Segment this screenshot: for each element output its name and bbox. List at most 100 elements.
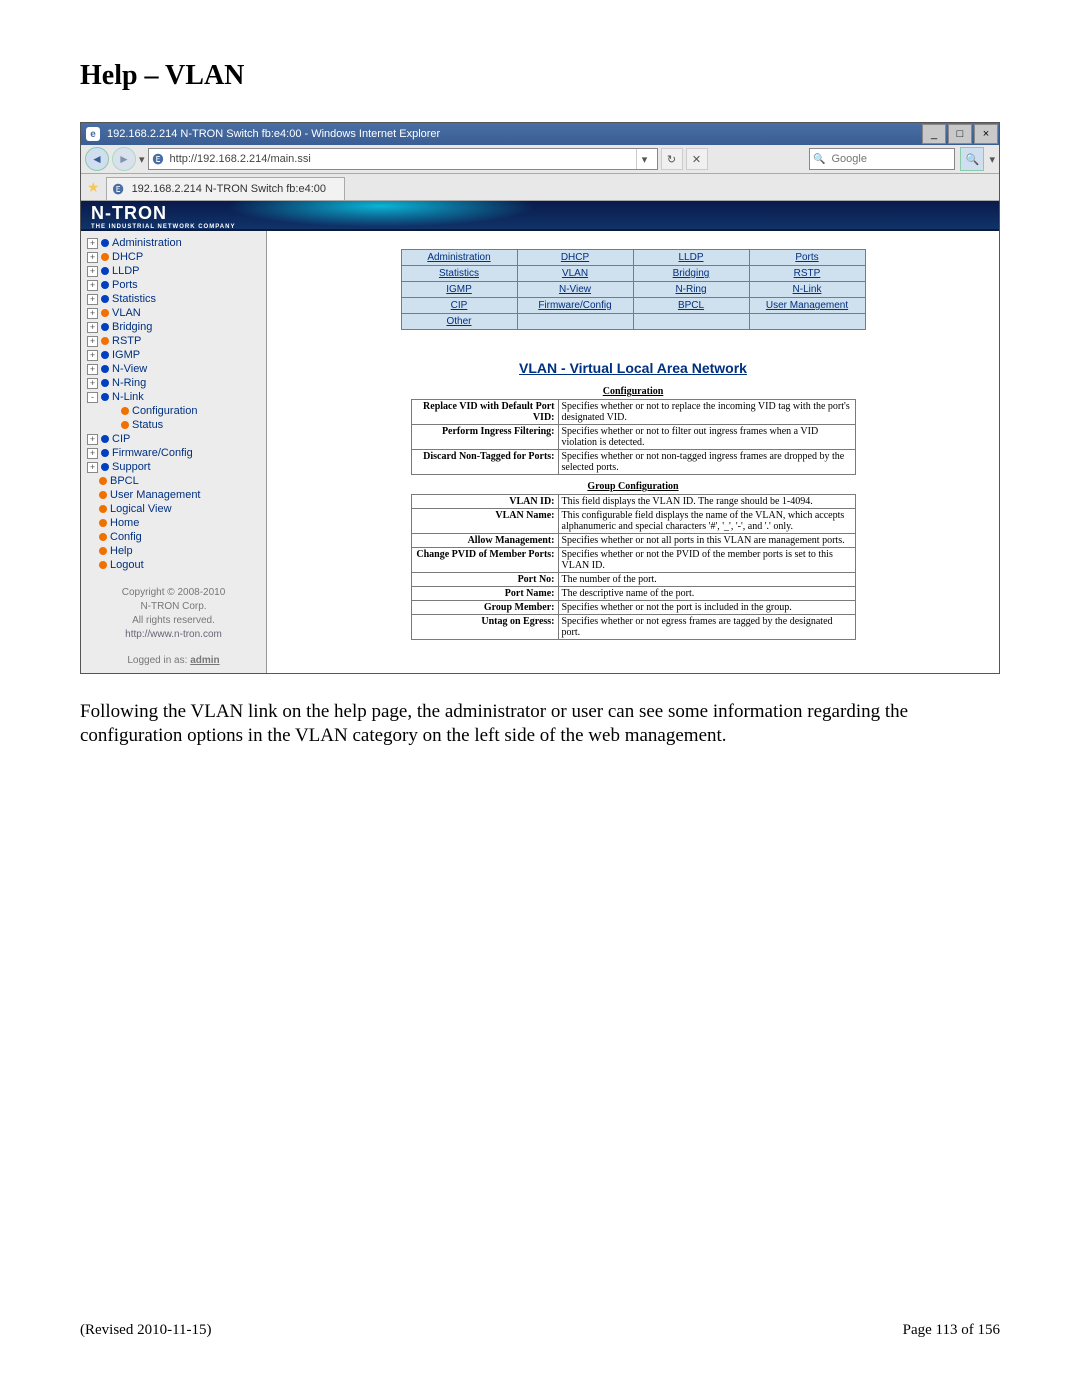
search-box[interactable]: 🔍 (809, 148, 955, 170)
tree-item-n-ring[interactable]: +N-Ring (81, 376, 266, 390)
tree-item-lldp[interactable]: +LLDP (81, 264, 266, 278)
google-icon: 🔍 (812, 152, 826, 166)
sidebar-footer: Copyright © 2008-2010 N-TRON Corp. All r… (81, 586, 266, 668)
help-link-cell[interactable]: Other (401, 314, 517, 330)
addr-dropdown-icon[interactable]: ▾ (636, 149, 653, 169)
tree-item-home[interactable]: +Home (81, 516, 266, 530)
tree-item-support[interactable]: +Support (81, 460, 266, 474)
expand-icon[interactable]: + (87, 434, 98, 445)
help-link-cell[interactable]: N-Link (749, 282, 865, 298)
help-link[interactable]: N-Link (793, 284, 822, 295)
expand-icon[interactable]: + (87, 238, 98, 249)
refresh-button[interactable]: ↻ (661, 148, 683, 170)
tree-item-firmware-config[interactable]: +Firmware/Config (81, 446, 266, 460)
help-link[interactable]: Other (446, 316, 471, 327)
dropdown-icon[interactable]: ▾ (139, 153, 145, 166)
tree-item-ports[interactable]: +Ports (81, 278, 266, 292)
tree-item-help[interactable]: +Help (81, 544, 266, 558)
help-link[interactable]: IGMP (446, 284, 472, 295)
tree-item-n-view[interactable]: +N-View (81, 362, 266, 376)
tree-item-status[interactable]: +Status (81, 418, 266, 432)
minimize-button[interactable]: _ (922, 124, 946, 144)
address-bar[interactable]: 🅔 ▾ (148, 148, 658, 170)
forward-button[interactable]: ► (112, 147, 136, 171)
expand-icon[interactable]: - (87, 392, 98, 403)
close-button[interactable]: × (974, 124, 998, 144)
help-link[interactable]: RSTP (794, 268, 821, 279)
help-link[interactable]: CIP (451, 300, 468, 311)
help-link-cell[interactable]: User Management (749, 298, 865, 314)
tree-item-statistics[interactable]: +Statistics (81, 292, 266, 306)
tree-item-logout[interactable]: +Logout (81, 558, 266, 572)
tree-item-config[interactable]: +Config (81, 530, 266, 544)
bullet-icon (99, 505, 107, 513)
expand-icon[interactable]: + (87, 336, 98, 347)
help-link-cell[interactable]: LLDP (633, 250, 749, 266)
search-dropdown-icon[interactable]: ▾ (989, 153, 995, 166)
help-link-cell[interactable]: VLAN (517, 266, 633, 282)
maximize-button[interactable]: □ (948, 124, 972, 144)
tree-label: Bridging (112, 320, 152, 334)
tree-item-n-link[interactable]: -N-Link (81, 390, 266, 404)
expand-icon[interactable]: + (87, 308, 98, 319)
help-link[interactable]: Bridging (673, 268, 710, 279)
help-link-cell[interactable]: IGMP (401, 282, 517, 298)
expand-icon[interactable]: + (87, 378, 98, 389)
window-title: 192.168.2.214 N-TRON Switch fb:e4:00 - W… (105, 128, 921, 140)
favorites-icon[interactable]: ★ (87, 179, 100, 196)
help-link-cell[interactable]: Statistics (401, 266, 517, 282)
expand-icon[interactable]: + (87, 364, 98, 375)
help-link-cell[interactable]: Administration (401, 250, 517, 266)
help-link-cell[interactable]: Firmware/Config (517, 298, 633, 314)
tree-item-bpcl[interactable]: +BPCL (81, 474, 266, 488)
help-link[interactable]: N-Ring (675, 284, 706, 295)
expand-icon[interactable]: + (87, 448, 98, 459)
tree-item-administration[interactable]: +Administration (81, 236, 266, 250)
tree-item-dhcp[interactable]: +DHCP (81, 250, 266, 264)
help-link[interactable]: User Management (766, 300, 848, 311)
help-link[interactable]: Ports (795, 252, 818, 263)
expand-icon[interactable]: + (87, 266, 98, 277)
help-link-cell[interactable]: N-View (517, 282, 633, 298)
tree-item-configuration[interactable]: +Configuration (81, 404, 266, 418)
page-number: Page 113 of 156 (903, 1322, 1000, 1339)
help-link-cell[interactable]: RSTP (749, 266, 865, 282)
tree-item-rstp[interactable]: +RSTP (81, 334, 266, 348)
help-link[interactable]: LLDP (678, 252, 703, 263)
help-link-cell[interactable]: Ports (749, 250, 865, 266)
help-link[interactable]: Statistics (439, 268, 479, 279)
expand-icon[interactable]: + (87, 350, 98, 361)
help-link-cell[interactable]: DHCP (517, 250, 633, 266)
help-link-cell[interactable]: N-Ring (633, 282, 749, 298)
expand-icon[interactable]: + (87, 462, 98, 473)
ie-icon: e (86, 127, 100, 141)
corp-url[interactable]: http://www.n-tron.com (125, 629, 222, 640)
browser-tab[interactable]: 🅔 192.168.2.214 N-TRON Switch fb:e4:00 (106, 177, 345, 200)
tree-item-logical-view[interactable]: +Logical View (81, 502, 266, 516)
help-link-cell[interactable]: CIP (401, 298, 517, 314)
tree-item-igmp[interactable]: +IGMP (81, 348, 266, 362)
search-input[interactable] (829, 152, 923, 166)
help-link[interactable]: BPCL (678, 300, 704, 311)
expand-icon[interactable]: + (87, 322, 98, 333)
help-link[interactable]: Firmware/Config (538, 300, 611, 311)
expand-icon[interactable]: + (87, 294, 98, 305)
bullet-icon (99, 561, 107, 569)
help-link[interactable]: Administration (427, 252, 490, 263)
help-link-cell[interactable]: BPCL (633, 298, 749, 314)
url-input[interactable] (168, 152, 636, 166)
expand-icon[interactable]: + (87, 280, 98, 291)
help-link[interactable]: DHCP (561, 252, 589, 263)
expand-icon[interactable]: + (87, 252, 98, 263)
tree-item-user-management[interactable]: +User Management (81, 488, 266, 502)
help-link-cell[interactable]: Bridging (633, 266, 749, 282)
search-button[interactable]: 🔍 (960, 147, 984, 171)
tree-item-cip[interactable]: +CIP (81, 432, 266, 446)
tree-item-bridging[interactable]: + Bridging (81, 320, 266, 334)
bullet-icon (101, 435, 109, 443)
tree-item-vlan[interactable]: +VLAN (81, 306, 266, 320)
back-button[interactable]: ◄ (85, 147, 109, 171)
help-link[interactable]: VLAN (562, 268, 588, 279)
help-link[interactable]: N-View (559, 284, 591, 295)
stop-button[interactable]: ✕ (686, 148, 708, 170)
